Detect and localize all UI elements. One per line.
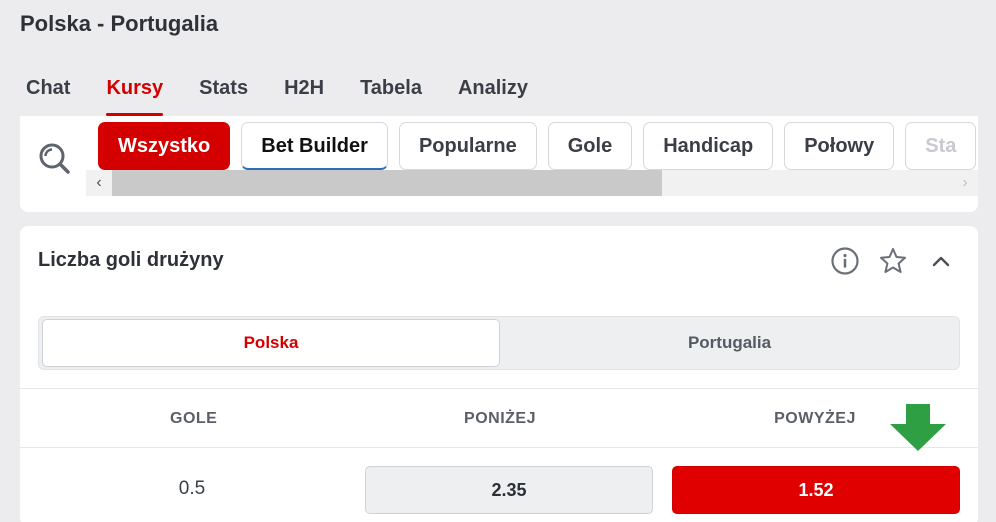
column-header-goals: GOLE [170, 410, 218, 427]
filter-chips: Wszystko Bet Builder Popularne Gole Hand… [98, 122, 978, 170]
divider [20, 388, 978, 389]
scroll-right-arrow-icon[interactable]: › [952, 170, 978, 196]
tab-kursy[interactable]: Kursy [106, 74, 163, 116]
chip-polowy[interactable]: Połowy [784, 122, 895, 170]
chip-handicap[interactable]: Handicap [643, 122, 774, 170]
tab-h2h[interactable]: H2H [284, 74, 324, 116]
chip-popularne[interactable]: Popularne [398, 122, 537, 170]
scrollbar-thumb[interactable] [112, 170, 662, 196]
tab-tabela[interactable]: Tabela [360, 74, 422, 116]
star-icon[interactable] [878, 246, 908, 276]
chevron-up-icon[interactable] [928, 248, 954, 274]
scroll-left-arrow-icon[interactable]: ‹ [86, 170, 112, 196]
chip-stats[interactable]: Sta [905, 122, 977, 170]
filter-panel: Wszystko Bet Builder Popularne Gole Hand… [20, 116, 978, 212]
chip-wszystko[interactable]: Wszystko [98, 122, 231, 170]
arrow-down-icon [889, 404, 947, 452]
market-tabs: Chat Kursy Stats H2H Tabela Analizy [26, 74, 564, 118]
market-title: Liczba goli drużyny [38, 249, 224, 271]
match-title: Polska - Portugalia [20, 11, 219, 36]
search-icon[interactable] [36, 140, 72, 176]
info-icon[interactable] [830, 246, 860, 276]
market-card: Liczba goli drużyny Polska Portugalia GO… [20, 226, 978, 522]
chips-scrollbar[interactable]: ‹ › [86, 170, 978, 196]
tab-stats[interactable]: Stats [199, 74, 248, 116]
divider [20, 447, 978, 448]
goals-line-value: 0.5 [178, 478, 206, 499]
tab-analizy[interactable]: Analizy [458, 74, 528, 116]
tab-chat[interactable]: Chat [26, 74, 70, 116]
column-header-over: POWYŻEJ [774, 410, 856, 427]
odd-button-over[interactable]: 1.52 [672, 466, 960, 514]
team-button-polska[interactable]: Polska [42, 319, 500, 367]
chip-gole[interactable]: Gole [547, 122, 633, 170]
column-header-under: PONIŻEJ [464, 410, 536, 427]
odd-button-under[interactable]: 2.35 [365, 466, 653, 514]
team-switch: Polska Portugalia [38, 316, 960, 370]
team-button-portugalia[interactable]: Portugalia [502, 319, 957, 367]
chip-bet-builder[interactable]: Bet Builder [241, 122, 388, 170]
